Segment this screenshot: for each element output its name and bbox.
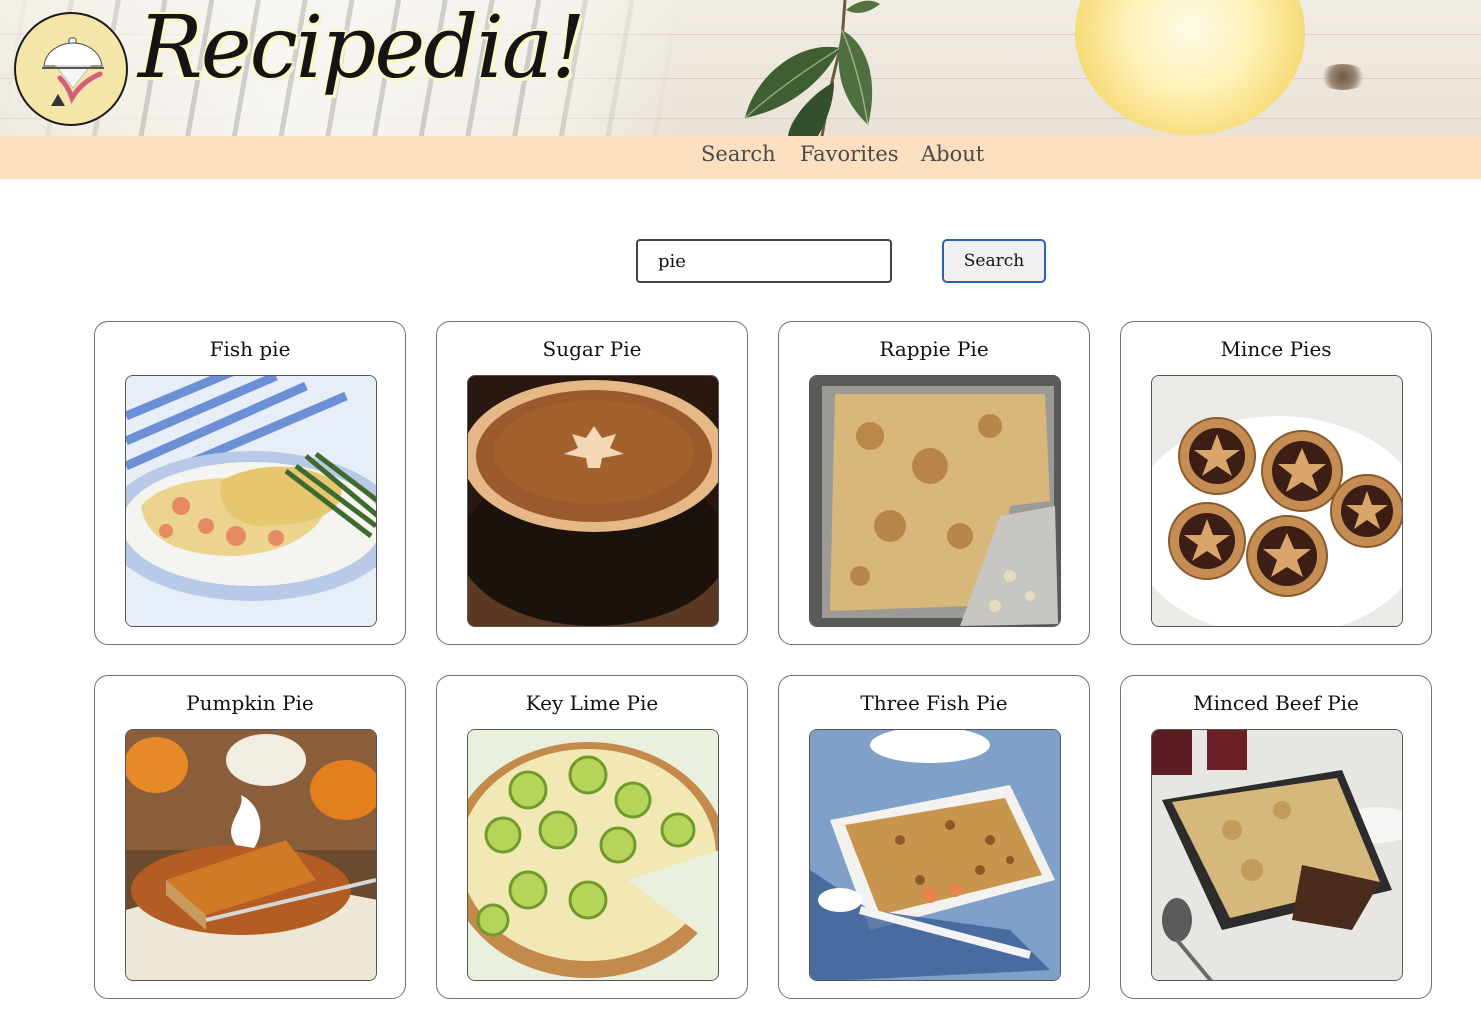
logo[interactable] bbox=[14, 12, 128, 126]
recipe-title: Key Lime Pie bbox=[525, 691, 659, 715]
header-banner: Recipedia! bbox=[0, 0, 1481, 136]
recipe-card-pumpkin-pie[interactable]: Pumpkin Pie bbox=[94, 675, 406, 999]
wood-knot bbox=[1318, 64, 1368, 90]
nav-item-favorites[interactable]: Favorites bbox=[800, 142, 899, 166]
search-input[interactable] bbox=[636, 239, 892, 283]
recipe-image-sugar-pie[interactable] bbox=[467, 375, 719, 627]
recipe-card-fish-pie[interactable]: Fish pie bbox=[94, 321, 406, 645]
nav-bar: Search Favorites About bbox=[0, 136, 1481, 179]
recipe-title: Pumpkin Pie bbox=[186, 691, 314, 715]
recipe-image-pumpkin-pie[interactable] bbox=[125, 729, 377, 981]
recipe-title: Rappie Pie bbox=[879, 337, 989, 361]
recipe-title: Minced Beef Pie bbox=[1193, 691, 1359, 715]
recipe-title: Sugar Pie bbox=[542, 337, 642, 361]
recipe-image-minced-beef-pie[interactable] bbox=[1151, 729, 1403, 981]
recipe-image-three-fish-pie[interactable] bbox=[809, 729, 1061, 981]
nav-item-search[interactable]: Search bbox=[701, 142, 776, 166]
bay-leaves-decoration bbox=[744, 0, 880, 136]
recipe-image-fish-pie[interactable] bbox=[125, 375, 377, 627]
recipe-card-key-lime-pie[interactable]: Key Lime Pie bbox=[436, 675, 748, 999]
recipe-card-sugar-pie[interactable]: Sugar Pie bbox=[436, 321, 748, 645]
recipe-title: Three Fish Pie bbox=[860, 691, 1008, 715]
cloche-icon bbox=[42, 37, 104, 106]
brand-title[interactable]: Recipedia! bbox=[138, 0, 586, 98]
recipe-image-key-lime-pie[interactable] bbox=[467, 729, 719, 981]
recipe-image-mince-pies[interactable] bbox=[1151, 375, 1403, 627]
recipe-card-mince-pies[interactable]: Mince Pies bbox=[1120, 321, 1432, 645]
recipe-title: Mince Pies bbox=[1220, 337, 1332, 361]
search-button[interactable]: Search bbox=[942, 239, 1046, 283]
recipe-title: Fish pie bbox=[209, 337, 291, 361]
nav-item-about[interactable]: About bbox=[921, 142, 984, 166]
recipe-card-rappie-pie[interactable]: Rappie Pie bbox=[778, 321, 1090, 645]
recipe-card-three-fish-pie[interactable]: Three Fish Pie bbox=[778, 675, 1090, 999]
recipe-image-rappie-pie[interactable] bbox=[809, 375, 1061, 627]
recipe-card-minced-beef-pie[interactable]: Minced Beef Pie bbox=[1120, 675, 1432, 999]
lemon-decoration bbox=[1075, 0, 1305, 135]
